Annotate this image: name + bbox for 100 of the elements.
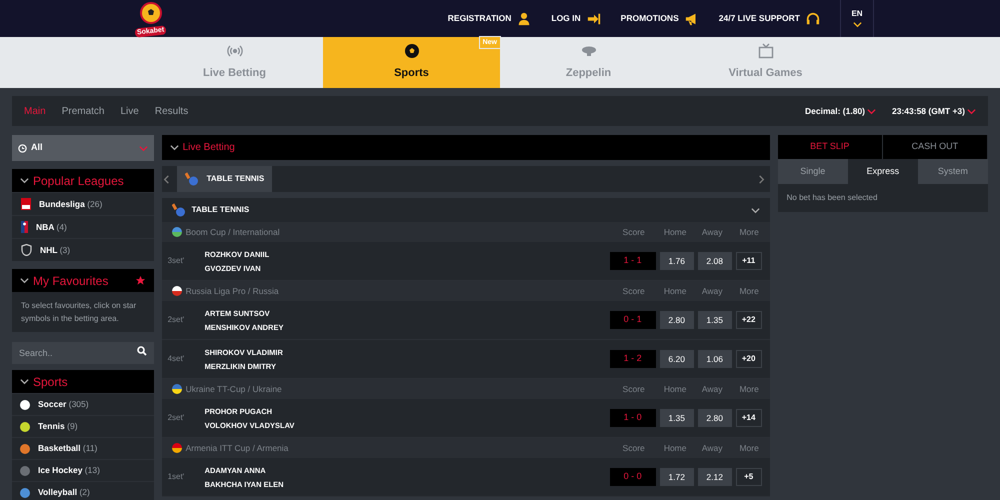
login-arrow-icon [586,12,601,26]
odds-button[interactable]: 1.72 [660,468,694,486]
table-tennis-paddle-icon [184,172,199,186]
odds-button[interactable]: 1.06 [698,350,732,368]
sport-title: TABLE TENNIS [192,204,250,216]
odds-button[interactable]: 2.80 [698,409,732,427]
more-markets-button[interactable]: +14 [736,409,762,427]
column-header: Score [622,442,646,454]
league-logo-icon [21,221,28,233]
star-icon [134,275,146,286]
chevron-right-icon [756,174,766,184]
chevron-down-icon [852,20,862,29]
league-item[interactable]: NHL (3) [12,238,154,261]
more-markets-button[interactable]: +5 [736,468,762,486]
column-header: Home [662,226,688,238]
column-header: Away [700,226,724,238]
column-header: Away [700,442,724,454]
column-header: Score [622,284,646,298]
section-header[interactable]: My Favourites [12,269,154,292]
sub-nav-link[interactable]: Live [120,104,139,118]
chevron-down-icon [750,206,760,214]
empty-bet-slip-message: No bet has been selected [786,192,878,204]
column-header: Away [700,382,724,396]
odds-button[interactable]: 2.80 [660,311,694,329]
odds-button[interactable]: 2.08 [698,252,732,270]
broadcast-icon [226,43,242,60]
column-header: Home [662,442,688,454]
league-name: Armenia ITT Cup / Armenia [186,442,288,454]
sub-nav-link[interactable]: Results [154,104,188,118]
sub-nav-link[interactable]: Prematch [62,104,104,118]
caret-down-icon [138,144,148,152]
more-markets-button[interactable]: +22 [736,311,762,329]
section-title: Sports [33,374,68,390]
header-link[interactable]: PROMOTIONS [620,12,699,26]
sport-item[interactable]: Tennis (9) [12,415,154,437]
bet-slip-tab[interactable]: BET SLIP [778,135,883,159]
user-icon [517,12,532,26]
odds-button[interactable]: 1.35 [698,311,732,329]
match-period: 2set' [168,314,186,326]
more-markets-button[interactable]: +11 [736,252,762,270]
soccer-ball-icon [139,2,163,24]
column-header: More [738,382,760,396]
score: 0 - 1 [610,311,656,329]
chevron-down-icon [20,176,29,185]
more-markets-button[interactable]: +20 [736,350,762,368]
match-period: 1set' [168,471,186,483]
odds-button[interactable]: 2.12 [698,468,732,486]
score: 1 - 1 [610,252,656,270]
search-icon [136,346,147,356]
league-item[interactable]: Bundesliga (26) [12,192,154,215]
sport-tab[interactable]: TABLE TENNIS [176,166,272,192]
search-field[interactable]: Search.. [12,342,154,364]
sport-item[interactable]: Volleyball (2) [12,481,154,500]
chevron-down-icon [20,377,29,386]
league-name: Russia Liga Pro / Russia [186,284,279,298]
favourites-hint: To select favourites, click on star symbols in the betting area. [12,292,154,332]
sport-item[interactable]: Ice Hockey (13) [12,459,154,481]
soccer-ball-icon [404,43,420,60]
league-name: Boom Cup / International [186,226,280,238]
clock-icon [18,144,27,152]
header-link[interactable]: 24/7 LIVE SUPPORT [718,12,820,26]
clock-selector[interactable]: 23:43:58 (GMT +3) [892,104,976,118]
league-item[interactable]: NBA (4) [12,215,154,238]
column-header: More [738,284,760,298]
score: 1 - 2 [610,350,656,368]
caret-down-icon [867,106,876,116]
filter-dropdown[interactable]: All [12,135,154,161]
flag-icon [172,227,182,237]
bet-type-tab[interactable]: System [918,159,988,184]
sport-item[interactable]: Soccer (305) [12,393,154,415]
column-header: More [738,226,760,238]
bet-slip-tab[interactable]: CASH OUT [882,135,988,159]
flag-icon [172,384,182,394]
odds-format-selector[interactable]: Decimal: (1.80) [805,104,876,118]
league-logo-icon [21,198,31,210]
column-header: More [738,442,760,454]
column-header: Home [662,284,688,298]
chevron-down-icon [170,143,179,152]
header-link[interactable]: LOG IN [551,12,601,26]
column-header: Home [662,382,688,396]
section-header[interactable]: Popular Leagues [12,169,154,192]
sport-item[interactable]: Basketball (11) [12,437,154,459]
shield-icon [21,244,32,256]
chevron-left-icon [162,174,171,184]
column-header: Away [700,284,724,298]
section-header[interactable]: Live Betting [162,135,770,160]
tv-icon [758,43,774,60]
column-header: Score [622,382,646,396]
match-period: 2set' [168,412,186,424]
odds-button[interactable]: 1.35 [660,409,694,427]
headset-icon [806,12,820,26]
section-header[interactable]: Sports [12,370,154,393]
flag-icon [172,286,182,296]
header-link[interactable]: REGISTRATION [448,12,532,26]
bet-type-tab[interactable]: Single [778,159,848,184]
column-header: Score [622,226,646,238]
odds-button[interactable]: 6.20 [660,350,694,368]
league-name: Ukraine TT-Cup / Ukraine [186,382,282,396]
score: 1 - 0 [610,409,656,427]
odds-button[interactable]: 1.76 [660,252,694,270]
